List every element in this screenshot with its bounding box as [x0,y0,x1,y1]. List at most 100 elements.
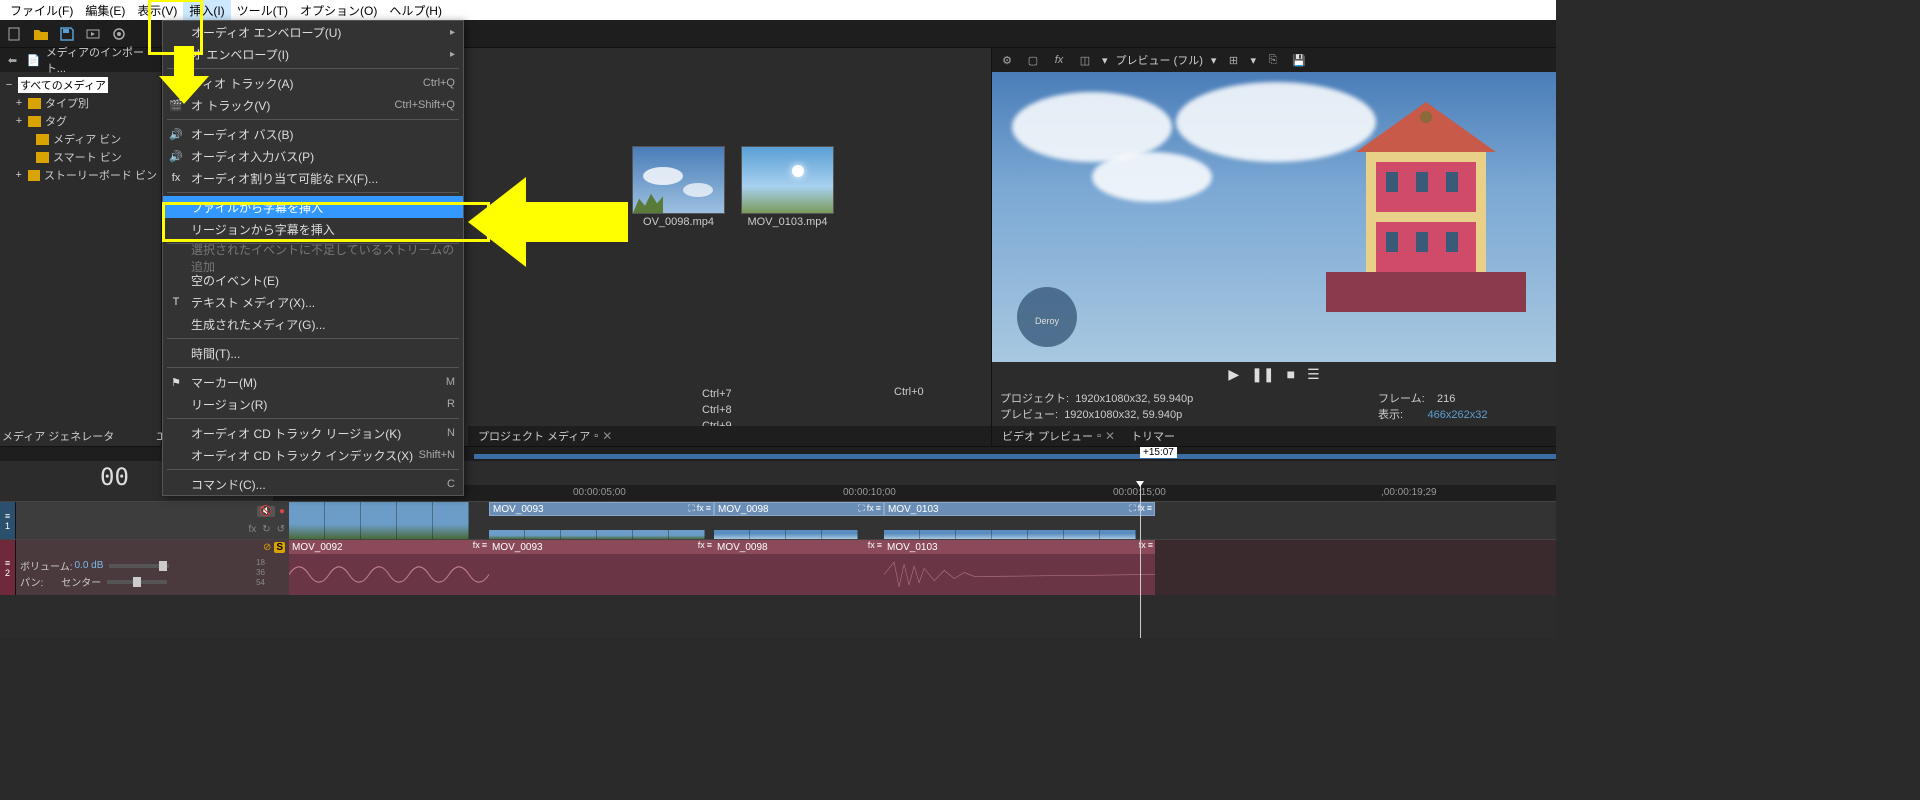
save-icon[interactable] [58,25,76,43]
tree-item[interactable]: メディア ビン [2,130,159,148]
track-record-icon[interactable]: ● [279,506,285,517]
phase-icon[interactable]: ⊘ [263,542,271,553]
menu-help[interactable]: ヘルプ(H) [383,0,448,21]
menu-options[interactable]: オプション(O) [294,0,383,21]
open-icon[interactable] [32,25,50,43]
menu-item[interactable]: 🎬オ トラック(V)Ctrl+Shift+Q [163,94,463,116]
undock-icon[interactable]: ▫ [1097,430,1101,442]
menu-item[interactable]: リージョン(R)R [163,393,463,415]
more-icon[interactable]: ≡ [1148,540,1153,550]
menu-item[interactable]: オ エンベロープ(I) [163,43,463,65]
reload-icon[interactable]: ↻ [262,524,270,535]
tree-item[interactable]: +ストーリーボード ビン [2,166,159,184]
menu-item[interactable]: 生成されたメディア(G)... [163,313,463,335]
grid-icon[interactable]: ⊞ [1224,51,1242,69]
pan-slider[interactable] [107,580,167,584]
menu-item[interactable]: ⚑マーカー(M)M [163,371,463,393]
menu-item[interactable]: ファイルから字幕を挿入 [163,196,463,218]
menu-icon[interactable]: ☰ [1307,366,1320,383]
audio-track-header[interactable]: ボリューム: 0.0 dB パン: センター ⊘ S 18 36 54 [16,540,289,595]
play-icon[interactable]: ▶ [1228,366,1239,383]
split-icon[interactable]: ◫ [1076,51,1094,69]
media-generators-label[interactable]: メディア ジェネレータ [2,428,114,444]
menu-item[interactable]: 🔊オーディオ バス(B) [163,123,463,145]
reload-icon[interactable]: ↺ [277,524,285,535]
menu-item[interactable]: 🎵ディオ トラック(A)Ctrl+Q [163,72,463,94]
video-clip[interactable]: MOV_0093⛶ fx ≡ [489,502,714,516]
tree-item[interactable]: +タイプ別 [2,94,159,112]
more-icon[interactable]: ≡ [482,540,487,550]
crop-icon[interactable]: ⛶ [858,503,864,514]
close-icon[interactable]: ✕ [1105,429,1115,443]
menu-item[interactable]: コマンド(C)...C [163,473,463,495]
audio-clip[interactable]: MOV_0092fx ≡ [289,540,489,554]
stop-icon[interactable]: ■ [1287,366,1295,382]
menu-item[interactable]: リージョンから字幕を挿入 [163,218,463,240]
more-icon[interactable]: ≡ [877,540,882,550]
time-ruler[interactable]: 00:00:05;00 00:00:10;00 00:00:15;00 ,00:… [273,485,1556,501]
media-item[interactable]: OV_0098.mp4 [632,146,725,228]
solo-icon[interactable]: S [274,542,285,553]
more-icon[interactable]: ≡ [876,503,881,514]
undock-icon[interactable]: ▫ [594,430,598,442]
crop-icon[interactable]: ⛶ [1129,503,1135,514]
more-icon[interactable]: ≡ [706,503,711,514]
import-icon[interactable]: 📄 [25,51,42,69]
playhead[interactable] [1140,485,1141,638]
back-icon[interactable]: ⬅ [4,51,21,69]
track-number[interactable]: ≡2 [0,540,16,595]
tab-project-media[interactable]: プロジェクト メディア ▫ ✕ [472,426,618,446]
tree-item[interactable]: −すべてのメディア [2,76,159,94]
menu-item[interactable]: オーディオ CD トラック リージョン(K)N [163,422,463,444]
more-icon[interactable]: ≡ [707,540,712,550]
properties-icon[interactable] [110,25,128,43]
import-label[interactable]: メディアのインポート... [46,44,157,76]
render-icon[interactable] [84,25,102,43]
new-project-icon[interactable] [6,25,24,43]
menu-item[interactable]: 時間(T)... [163,342,463,364]
copy-icon[interactable]: ⎘ [1264,51,1282,69]
volume-slider[interactable] [109,564,169,568]
audio-track-content[interactable]: MOV_0092fx ≡ MOV_0093fx ≡ MOV_0098fx ≡ M… [289,540,1556,595]
audio-clip[interactable]: MOV_0098fx ≡ [714,540,884,554]
monitor-icon[interactable]: ▢ [1024,51,1042,69]
loop-region[interactable] [474,454,1556,459]
fx-icon[interactable]: fx [1050,51,1068,69]
save-snapshot-icon[interactable]: 💾 [1290,51,1308,69]
tab-video-preview[interactable]: ビデオ プレビュー ▫ ✕ [996,426,1121,446]
track-number[interactable]: ≡1 [0,502,16,539]
fx-icon[interactable]: fx [868,540,875,550]
menu-item[interactable]: Tテキスト メディア(X)... [163,291,463,313]
menu-item[interactable]: オーディオ エンベロープ(U) [163,21,463,43]
close-icon[interactable]: ✕ [602,429,612,443]
track-fx-icon[interactable]: fx [248,524,256,535]
audio-clip[interactable]: MOV_0103fx ≡ [884,540,1155,554]
fx-icon[interactable]: fx [867,503,874,514]
menu-insert[interactable]: 挿入(I) [183,0,230,21]
more-icon[interactable]: ≡ [1147,503,1152,514]
tree-item[interactable]: +タグ [2,112,159,130]
crop-icon[interactable]: ⛶ [688,503,694,514]
menu-item[interactable]: オーディオ CD トラック インデックス(X)Shift+N [163,444,463,466]
menu-tools[interactable]: ツール(T) [231,0,294,21]
pause-icon[interactable]: ❚❚ [1251,366,1274,383]
menu-item[interactable]: 空のイベント(E) [163,269,463,291]
fx-icon[interactable]: fx [698,540,705,550]
preview-quality-label[interactable]: プレビュー (フル) [1116,52,1203,68]
media-item[interactable]: MOV_0103.mp4 [741,146,834,228]
gear-icon[interactable]: ⚙ [998,51,1016,69]
menu-file[interactable]: ファイル(F) [4,0,79,21]
video-clip[interactable]: MOV_0103⛶ fx ≡ [884,502,1155,516]
video-clip[interactable]: MOV_0098⛶ fx ≡ [714,502,884,516]
audio-clip[interactable]: MOV_0093fx ≡ [489,540,714,554]
fx-icon[interactable]: fx [697,503,704,514]
menu-view[interactable]: 表示(V) [131,0,183,21]
menu-item[interactable]: fxオーディオ割り当て可能な FX(F)... [163,167,463,189]
track-mute-icon[interactable]: 🔇 [257,506,275,517]
tab-trimmer[interactable]: トリマー [1125,426,1181,446]
video-track-header[interactable]: 🔇 ● fx ↻ ↺ [16,502,289,539]
menu-edit[interactable]: 編集(E) [79,0,131,21]
fx-icon[interactable]: fx [1138,503,1145,514]
menu-item[interactable]: 🔊オーディオ入力バス(P) [163,145,463,167]
fx-icon[interactable]: fx [473,540,480,550]
